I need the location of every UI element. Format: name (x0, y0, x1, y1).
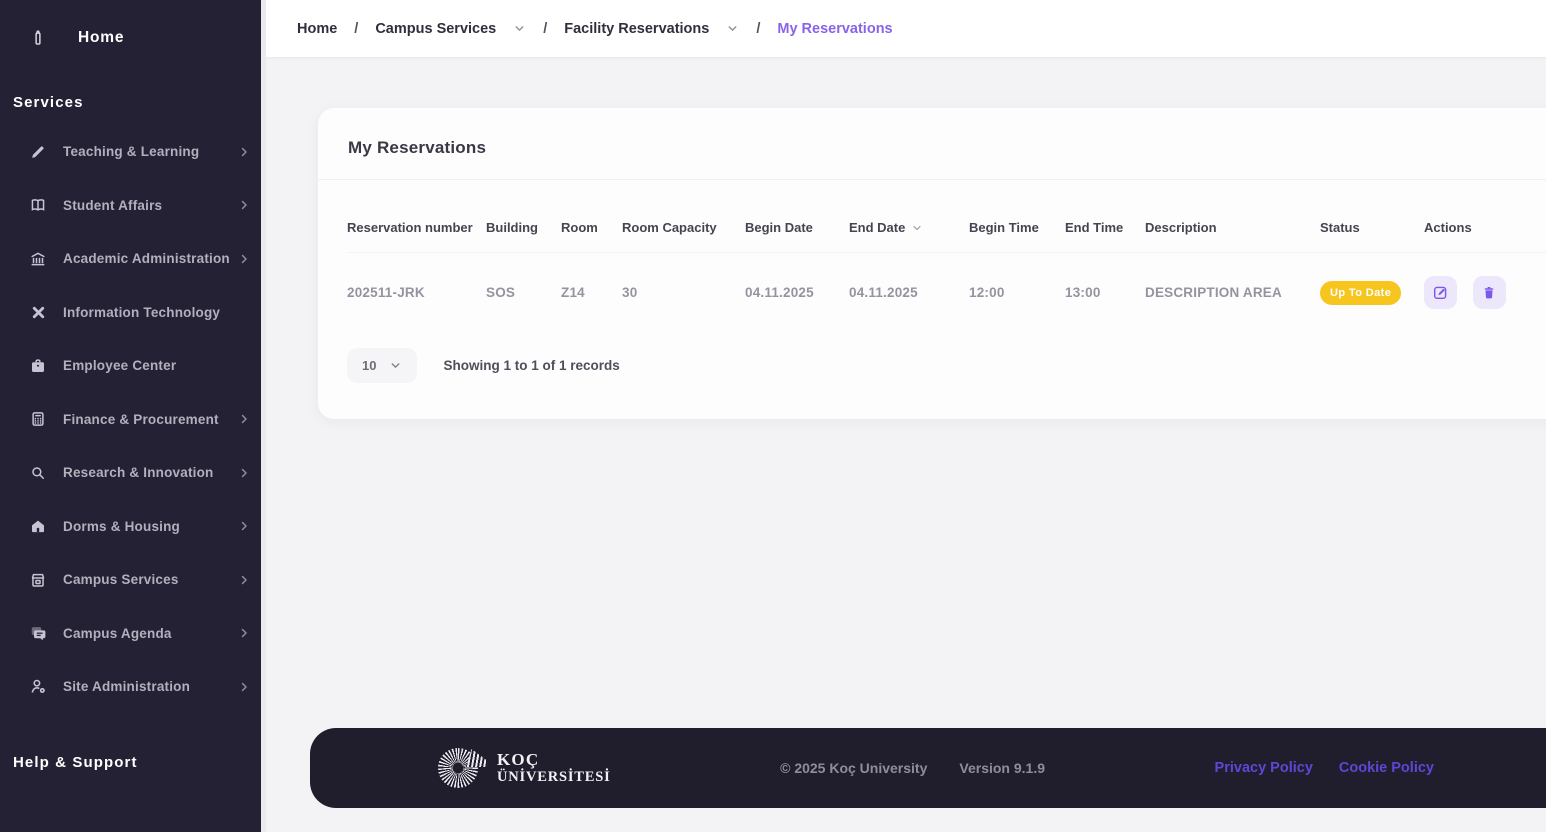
tower-icon (27, 28, 49, 48)
sidebar-item-home[interactable]: Home (0, 0, 266, 48)
breadcrumb-my-reservations: My Reservations (777, 21, 892, 37)
sidebar-menu: Teaching & Learning Student Affairs Acad… (0, 125, 266, 714)
cell-end-time: 13:00 (1065, 253, 1145, 333)
sort-chevron-down-icon[interactable] (911, 222, 923, 234)
chevron-right-icon (238, 574, 250, 586)
page-title: My Reservations (318, 108, 1546, 179)
app-root: Home Services Teaching & Learning Studen… (0, 0, 1546, 832)
col-description: Description (1145, 180, 1320, 253)
chevron-right-icon (238, 413, 250, 425)
main-content: Home / Campus Services / Facility Reserv… (266, 0, 1546, 832)
sidebar-item-finance-procurement[interactable]: Finance & Procurement (0, 393, 266, 447)
storefront-icon (27, 571, 49, 589)
user-gear-icon (27, 677, 49, 696)
chevron-right-icon (238, 627, 250, 639)
breadcrumb-facility-reservations[interactable]: Facility Reservations (564, 21, 709, 37)
chat-icon (27, 624, 49, 643)
pencil-icon (27, 143, 49, 161)
footer-links: Privacy Policy Cookie Policy (1215, 760, 1434, 776)
breadcrumb-separator: / (354, 21, 358, 37)
table-row: 202511-JRK SOS Z14 30 04.11.2025 04.11.2… (347, 253, 1546, 333)
breadcrumb: Home / Campus Services / Facility Reserv… (266, 0, 1546, 57)
col-begin-date: Begin Date (745, 180, 849, 253)
chevron-right-icon (238, 253, 250, 265)
footer-center: © 2025 Koç University Version 9.1.9 (780, 760, 1045, 776)
house-icon (27, 517, 49, 535)
sidebar-item-employee-center[interactable]: Employee Center (0, 339, 266, 393)
footer: KOÇ ÜNİVERSİTESİ © 2025 Koç University V… (310, 728, 1546, 808)
breadcrumb-home[interactable]: Home (297, 21, 337, 37)
reservations-card: My Reservations Reservation number Build… (318, 108, 1546, 419)
page-area: My Reservations Reservation number Build… (266, 57, 1546, 728)
privacy-policy-link[interactable]: Privacy Policy (1215, 760, 1313, 776)
cell-reservation-number: 202511-JRK (347, 253, 486, 333)
table-header-row: Reservation number Building Room Room Ca… (347, 180, 1546, 253)
cell-room: Z14 (561, 253, 622, 333)
edit-pencil-icon (1432, 284, 1449, 301)
footer-brand: KOÇ ÜNİVERSİTESİ (438, 745, 611, 791)
col-reservation-number: Reservation number (347, 180, 486, 253)
cell-status: Up To Date (1320, 253, 1424, 333)
cell-description: DESCRIPTION AREA (1145, 253, 1320, 333)
briefcase-icon (27, 357, 49, 375)
sidebar-item-academic-administration[interactable]: Academic Administration (0, 232, 266, 286)
breadcrumb-separator: / (756, 21, 760, 37)
sidebar-heading-help-support: Help & Support (0, 714, 266, 779)
copyright-text: © 2025 Koç University (780, 760, 927, 776)
sidebar-item-teaching-learning[interactable]: Teaching & Learning (0, 125, 266, 179)
col-building: Building (486, 180, 561, 253)
chevron-right-icon (238, 520, 250, 532)
cookie-policy-link[interactable]: Cookie Policy (1339, 760, 1434, 776)
sidebar-item-dorms-housing[interactable]: Dorms & Housing (0, 500, 266, 554)
chevron-down-icon[interactable] (513, 22, 526, 35)
sidebar-heading-services: Services (0, 48, 266, 119)
records-summary: Showing 1 to 1 of 1 records (443, 358, 619, 373)
chevron-right-icon (238, 681, 250, 693)
col-begin-time: Begin Time (969, 180, 1065, 253)
delete-button[interactable] (1473, 276, 1506, 309)
sidebar-home-label: Home (78, 29, 124, 47)
reservations-table: Reservation number Building Room Room Ca… (347, 180, 1546, 332)
cell-end-date: 04.11.2025 (849, 253, 969, 333)
cell-room-capacity: 30 (622, 253, 745, 333)
chevron-down-icon (389, 359, 402, 372)
page-size-select[interactable]: 10 (347, 348, 417, 383)
sidebar-item-information-technology[interactable]: Information Technology (0, 286, 266, 340)
version-text: Version 9.1.9 (959, 760, 1045, 776)
sidebar-item-student-affairs[interactable]: Student Affairs (0, 179, 266, 233)
crossed-tools-icon (27, 304, 49, 321)
breadcrumb-separator: / (543, 21, 547, 37)
trash-icon (1481, 285, 1497, 301)
chevron-right-icon (238, 467, 250, 479)
chevron-right-icon (238, 146, 250, 158)
pagination: 10 Showing 1 to 1 of 1 records (347, 348, 1546, 383)
sidebar: Home Services Teaching & Learning Studen… (0, 0, 266, 832)
status-badge: Up To Date (1320, 281, 1401, 305)
col-room: Room (561, 180, 622, 253)
col-end-date[interactable]: End Date (849, 180, 969, 253)
sidebar-item-campus-services[interactable]: Campus Services (0, 553, 266, 607)
col-actions: Actions (1424, 180, 1546, 253)
koc-university-logo (438, 745, 484, 791)
cell-building: SOS (486, 253, 561, 333)
breadcrumb-campus-services[interactable]: Campus Services (375, 21, 496, 37)
col-room-capacity: Room Capacity (622, 180, 745, 253)
magnifier-icon (27, 464, 49, 482)
sidebar-item-site-administration[interactable]: Site Administration (0, 660, 266, 714)
chevron-down-icon[interactable] (726, 22, 739, 35)
edit-button[interactable] (1424, 276, 1457, 309)
sidebar-item-research-innovation[interactable]: Research & Innovation (0, 446, 266, 500)
sidebar-item-campus-agenda[interactable]: Campus Agenda (0, 607, 266, 661)
col-status: Status (1320, 180, 1424, 253)
page-size-value: 10 (362, 358, 376, 373)
bank-icon (27, 250, 49, 268)
cell-begin-time: 12:00 (969, 253, 1065, 333)
chevron-right-icon (238, 199, 250, 211)
book-icon (27, 196, 49, 214)
cell-begin-date: 04.11.2025 (745, 253, 849, 333)
col-end-time: End Time (1065, 180, 1145, 253)
footer-brand-text: KOÇ ÜNİVERSİTESİ (497, 751, 611, 786)
cell-actions (1424, 253, 1546, 333)
calculator-icon (27, 410, 49, 428)
